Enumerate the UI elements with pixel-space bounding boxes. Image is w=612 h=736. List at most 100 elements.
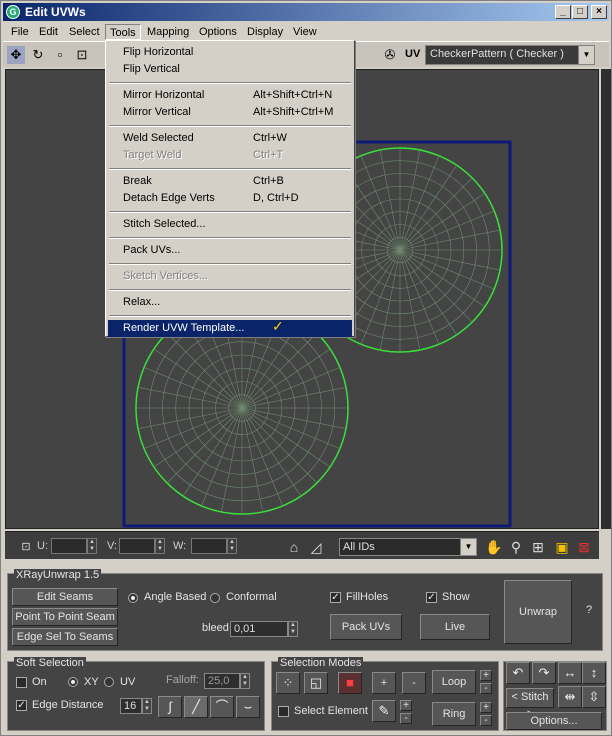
paint-shrink-button[interactable]: - (400, 713, 412, 724)
zoom-icon[interactable]: ⚲ (507, 538, 525, 556)
ring-button[interactable]: Ring (432, 702, 476, 726)
freeform-icon[interactable]: ⊡ (73, 46, 91, 64)
rotate-icon[interactable]: ↻ (29, 46, 47, 64)
menu-item-render-uvw-template[interactable]: Render UVW Template... ✓ (108, 318, 352, 337)
pan-hand-icon[interactable]: ✋ (485, 538, 503, 556)
menu-edit[interactable]: Edit (35, 24, 62, 40)
viewport-status-bar: ⊡ U: ▲ ▼ V: ▲ ▼ W: ▲ ▼ ⌂ ◿ All IDs ▼ ✋ ⚲ ⊞ … (5, 531, 599, 559)
angle-based-radio[interactable] (128, 593, 138, 603)
menu-separator (109, 211, 351, 213)
loop-button[interactable]: Loop (432, 670, 476, 694)
options-button[interactable]: Options... (506, 712, 602, 730)
cursor-check-icon: ✓ (272, 318, 284, 334)
edge-distance-field[interactable]: 16 (120, 698, 142, 714)
menu-item-pack-uvs[interactable]: Pack UVs... (108, 242, 352, 259)
fill-holes-checkbox[interactable]: ✓ (330, 592, 341, 603)
edit-seams-button[interactable]: Edit Seams (12, 588, 118, 606)
loop-grow-button[interactable]: + (480, 670, 492, 681)
menu-file[interactable]: File (7, 24, 33, 40)
menu-item-sketch-vertices[interactable]: Sketch Vertices... (108, 268, 352, 285)
falloff-linear-icon[interactable]: ╱ (184, 696, 208, 718)
edge-distance-checkbox[interactable]: ✓ (16, 700, 27, 711)
menu-item-weld-selected[interactable]: Weld Selected Ctrl+W (108, 130, 352, 147)
grow-selection-button[interactable]: + (372, 672, 396, 694)
edge-mode-icon[interactable]: ◱ (304, 672, 328, 694)
falloff-slow-icon[interactable]: ⌒ (210, 696, 234, 718)
maximize-button[interactable]: □ (572, 5, 588, 19)
edge-distance-spinner-arrows[interactable]: ▲ ▼ (142, 698, 152, 714)
falloff-field[interactable]: 25,0 (204, 673, 240, 689)
paint-select-icon[interactable]: ✎ (372, 700, 396, 722)
ids-dropdown[interactable]: All IDs ▼ (339, 538, 477, 556)
stitch-button[interactable]: < Stitch > (506, 688, 554, 720)
menu-view[interactable]: View (289, 24, 321, 40)
close-button[interactable]: × (591, 5, 607, 19)
filter-icon[interactable]: ⊠ (575, 538, 593, 556)
xy-radio[interactable] (68, 677, 78, 687)
menu-options[interactable]: Options (195, 24, 241, 40)
falloff-spinner-arrows[interactable]: ▲ ▼ (240, 673, 250, 689)
shrink-selection-button[interactable]: - (402, 672, 426, 694)
menu-item-mirror-horizontal[interactable]: Mirror Horizontal Alt+Shift+Ctrl+N (108, 87, 352, 104)
w-spinner-arrows[interactable]: ▲ ▼ (227, 538, 237, 554)
unwrap-button[interactable]: Unwrap (504, 580, 572, 644)
menu-item-stitch-selected[interactable]: Stitch Selected... (108, 216, 352, 233)
zoom-extents-icon[interactable]: ▣ (553, 538, 571, 556)
menu-item-target-weld[interactable]: Target Weld Ctrl+T (108, 147, 352, 164)
show-checkbox[interactable]: ✓ (426, 592, 437, 603)
menu-item-flip-vertical[interactable]: Flip Vertical (108, 61, 352, 78)
face-mode-icon[interactable]: ■ (338, 672, 362, 694)
uv-radio[interactable] (104, 677, 114, 687)
menu-tools[interactable]: Tools (105, 24, 141, 40)
select-element-checkbox[interactable] (278, 706, 289, 717)
ring-grow-button[interactable]: + (480, 702, 492, 713)
lock-selection-icon[interactable]: ⊡ (17, 538, 35, 556)
menu-select[interactable]: Select (65, 24, 104, 40)
v-spinner-arrows[interactable]: ▲ ▼ (155, 538, 165, 554)
menu-item-mirror-vertical[interactable]: Mirror Vertical Alt+Shift+Ctrl+M (108, 104, 352, 121)
paint-icon[interactable]: ◿ (307, 538, 325, 556)
paint-grow-button[interactable]: + (400, 700, 412, 711)
align-vertical-icon[interactable]: ⇳ (582, 686, 606, 708)
menu-item-break[interactable]: Break Ctrl+B (108, 173, 352, 190)
align-horizontal-icon[interactable]: ⇹ (558, 686, 582, 708)
title-bar[interactable]: G Edit UVWs _ □ × (3, 3, 609, 21)
vertex-mode-icon[interactable]: ⁘ (276, 672, 300, 694)
texture-dropdown[interactable]: CheckerPattern ( Checker ) ▼ (425, 45, 595, 65)
loop-shrink-button[interactable]: - (480, 683, 492, 694)
zoom-region-icon[interactable]: ⊞ (529, 538, 547, 556)
conformal-radio[interactable] (210, 593, 220, 603)
live-button[interactable]: Live (420, 614, 490, 640)
menu-item-flip-horizontal[interactable]: Flip Horizontal (108, 44, 352, 61)
bleed-spinner-arrows[interactable]: ▲ ▼ (288, 621, 298, 637)
menu-mapping[interactable]: Mapping (143, 24, 193, 40)
move-icon[interactable]: ✥ (7, 46, 25, 64)
flip-horizontal-icon[interactable]: ↔ (558, 662, 582, 684)
checker-display-icon[interactable]: ✇ (381, 46, 399, 64)
uv-mode-label[interactable]: UV (405, 48, 420, 60)
u-spinner-arrows[interactable]: ▲ ▼ (87, 538, 97, 554)
u-spinner-field[interactable] (51, 538, 87, 554)
help-button[interactable]: ? (586, 604, 592, 616)
menu-display[interactable]: Display (243, 24, 287, 40)
texture-dropdown-value: CheckerPattern ( Checker ) (430, 48, 564, 60)
v-spinner-field[interactable] (119, 538, 155, 554)
rotate-ccw-icon[interactable]: ↶ (506, 662, 530, 684)
minimize-button[interactable]: _ (555, 5, 571, 19)
scale-icon[interactable]: ▫ (51, 46, 69, 64)
ring-shrink-button[interactable]: - (480, 715, 492, 726)
pack-uvs-button[interactable]: Pack UVs (330, 614, 402, 640)
flip-vertical-icon[interactable]: ↕ (582, 662, 606, 684)
edit-uvws-window: G Edit UVWs _ □ × File Edit Select Tools… (0, 0, 612, 736)
point-to-point-seam-button[interactable]: Point To Point Seam (12, 608, 118, 626)
falloff-smooth-icon[interactable]: ∫ (158, 696, 182, 718)
w-spinner-field[interactable] (191, 538, 227, 554)
bleed-field[interactable]: 0,01 (230, 621, 288, 637)
soft-on-checkbox[interactable] (16, 677, 27, 688)
falloff-fast-icon[interactable]: ⌣ (236, 696, 260, 718)
rotate-cw-icon[interactable]: ↷ (532, 662, 556, 684)
menu-item-relax[interactable]: Relax... (108, 294, 352, 311)
edge-sel-to-seams-button[interactable]: Edge Sel To Seams (12, 628, 118, 646)
lock-icon[interactable]: ⌂ (285, 538, 303, 556)
menu-item-detach-edge-verts[interactable]: Detach Edge Verts D, Ctrl+D (108, 190, 352, 207)
